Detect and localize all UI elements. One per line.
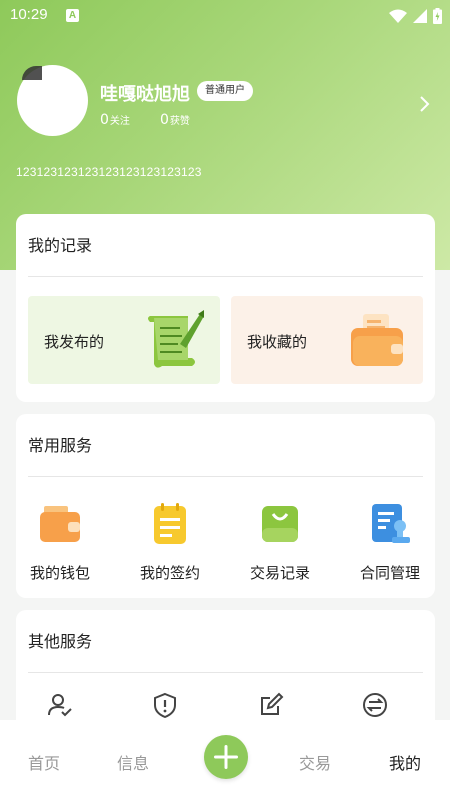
service-wallet-label: 我的钱包: [29, 564, 90, 582]
my-published-tile[interactable]: 我发布的: [28, 296, 220, 384]
my-favorites-tile[interactable]: 我收藏的: [231, 296, 423, 384]
exchange-icon[interactable]: [362, 692, 388, 718]
folder-wallet-icon: [351, 314, 403, 366]
following-stat[interactable]: 0 关注: [100, 112, 130, 128]
service-wallet[interactable]: 我的钱包: [10, 502, 110, 583]
my-favorites-label: 我收藏的: [247, 333, 308, 351]
service-signing[interactable]: 我的签约: [120, 502, 220, 583]
signal-icon: [413, 9, 427, 23]
app-notification-icon: A: [66, 9, 79, 22]
service-contracts[interactable]: 合同管理: [340, 502, 440, 583]
user-check-icon[interactable]: [46, 692, 72, 718]
plus-icon: [214, 745, 238, 769]
chevron-right-icon[interactable]: [418, 95, 432, 113]
likes-label: 获赞: [169, 116, 190, 127]
tab-trade[interactable]: 交易: [299, 750, 331, 774]
records-card: 我的记录 我发布的 我收藏的: [16, 214, 435, 402]
user-level-badge: 普通用户: [197, 81, 253, 101]
services-card: 常用服务 我的钱包 我的签约 交易记录 合同管理: [16, 414, 435, 598]
divider: [28, 672, 423, 673]
add-button[interactable]: [204, 735, 248, 779]
wallet-icon: [40, 506, 80, 542]
status-indicators: [389, 6, 442, 26]
status-bar: 10:29 A: [0, 0, 450, 32]
my-published-label: 我发布的: [44, 333, 105, 351]
tab-home[interactable]: 首页: [28, 750, 60, 774]
following-label: 关注: [109, 116, 130, 127]
edit-icon[interactable]: [258, 692, 284, 718]
contract-stamp-icon: [372, 504, 410, 543]
bottom-tab-bar: 首页 信息 交易 我的: [0, 720, 450, 800]
battery-icon: [433, 8, 442, 24]
notepad-icon: [154, 503, 186, 544]
likes-count: 0: [160, 112, 169, 128]
username: 哇嘎哒旭旭: [100, 84, 190, 105]
status-time: 10:29: [10, 6, 48, 23]
service-transactions-label: 交易记录: [249, 564, 310, 582]
shield-alert-icon[interactable]: [152, 692, 178, 718]
service-contracts-label: 合同管理: [359, 564, 420, 582]
tab-messages[interactable]: 信息: [117, 750, 149, 774]
bag-icon: [262, 506, 298, 542]
service-transactions[interactable]: 交易记录: [230, 502, 330, 583]
following-count: 0: [100, 112, 109, 128]
records-title: 我的记录: [28, 236, 93, 255]
services-title: 常用服务: [28, 436, 93, 455]
divider: [28, 476, 423, 477]
profile-bio: 123123123123123123123123123: [16, 165, 202, 179]
divider: [28, 276, 423, 277]
tab-mine[interactable]: 我的: [389, 750, 421, 774]
other-services-title: 其他服务: [28, 632, 93, 651]
service-signing-label: 我的签约: [139, 564, 200, 582]
wifi-icon: [389, 9, 407, 23]
scroll-quill-icon: [148, 310, 204, 368]
likes-stat[interactable]: 0 获赞: [160, 112, 190, 128]
